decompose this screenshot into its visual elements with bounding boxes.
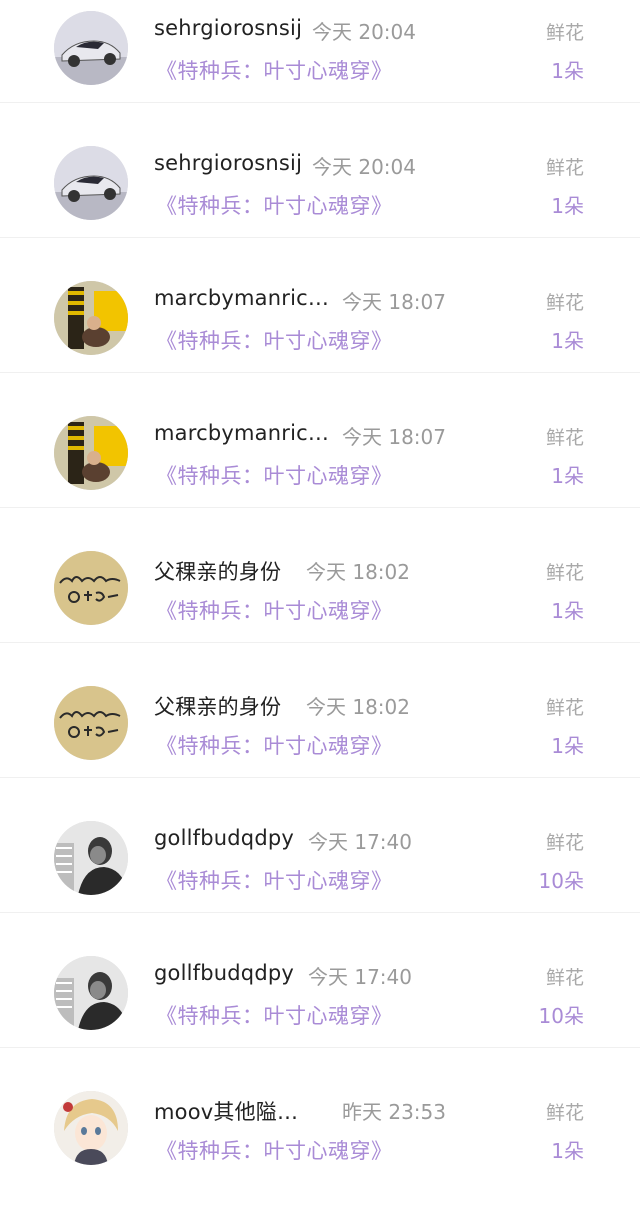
gift-type: 鲜花 bbox=[545, 832, 584, 854]
divider bbox=[0, 912, 640, 913]
list-item[interactable]: 父稞亲的身份 今天 18:02 《特种兵：叶寸心魂穿》 鲜花 1朵 bbox=[0, 675, 640, 810]
divider bbox=[0, 102, 640, 103]
gift-count: 1朵 bbox=[551, 734, 584, 758]
timestamp: 今天 17:40 bbox=[308, 830, 412, 854]
user-name[interactable]: 父稞亲的身份 bbox=[154, 691, 281, 721]
timestamp: 今天 20:04 bbox=[312, 20, 416, 44]
user-name[interactable]: sehrgiorosnsij bbox=[154, 151, 302, 175]
avatar[interactable] bbox=[54, 11, 128, 85]
user-name[interactable]: marcbymanric… bbox=[154, 286, 329, 310]
gift-type: 鲜花 bbox=[545, 427, 584, 449]
book-title-link[interactable]: 《特种兵：叶寸心魂穿》 bbox=[156, 595, 393, 625]
portrait-bw-icon bbox=[54, 956, 128, 1030]
portrait-bw-icon bbox=[54, 821, 128, 895]
list-item[interactable]: gollfbudqdpy 今天 17:40 《特种兵：叶寸心魂穿》 鲜花 10朵 bbox=[0, 810, 640, 945]
gift-type: 鲜花 bbox=[545, 22, 584, 44]
user-name[interactable]: marcbymanric… bbox=[154, 421, 329, 445]
avatar[interactable] bbox=[54, 416, 128, 490]
gift-count: 1朵 bbox=[551, 1139, 584, 1163]
list-item[interactable]: marcbymanric… 今天 18:07 《特种兵：叶寸心魂穿》 鲜花 1朵 bbox=[0, 405, 640, 540]
car-icon bbox=[54, 146, 128, 220]
photo-icon bbox=[54, 281, 128, 355]
avatar[interactable] bbox=[54, 686, 128, 760]
user-name[interactable]: 父稞亲的身份 bbox=[154, 556, 281, 586]
gift-count: 1朵 bbox=[551, 194, 584, 218]
handwriting-icon bbox=[54, 551, 128, 625]
book-title-link[interactable]: 《特种兵：叶寸心魂穿》 bbox=[156, 730, 393, 760]
avatar[interactable] bbox=[54, 821, 128, 895]
car-icon bbox=[54, 11, 128, 85]
divider bbox=[0, 642, 640, 643]
gift-type: 鲜花 bbox=[545, 157, 584, 179]
list-item[interactable]: sehrgiorosnsij 今天 20:04 《特种兵：叶寸心魂穿》 鲜花 1… bbox=[0, 0, 640, 135]
list-item[interactable]: gollfbudqdpy 今天 17:40 《特种兵：叶寸心魂穿》 鲜花 10朵 bbox=[0, 945, 640, 1080]
book-title-link[interactable]: 《特种兵：叶寸心魂穿》 bbox=[156, 1000, 393, 1030]
gift-count: 1朵 bbox=[551, 59, 584, 83]
divider bbox=[0, 237, 640, 238]
user-name[interactable]: gollfbudqdpy bbox=[154, 961, 294, 985]
avatar[interactable] bbox=[54, 956, 128, 1030]
anime-icon bbox=[54, 1091, 128, 1165]
list-item[interactable]: moov其他隘… 昨天 23:53 《特种兵：叶寸心魂穿》 鲜花 1朵 bbox=[0, 1080, 640, 1215]
avatar[interactable] bbox=[54, 551, 128, 625]
divider bbox=[0, 507, 640, 508]
avatar[interactable] bbox=[54, 1091, 128, 1165]
gift-count: 1朵 bbox=[551, 599, 584, 623]
gift-type: 鲜花 bbox=[545, 562, 584, 584]
timestamp: 昨天 23:53 bbox=[342, 1100, 446, 1124]
user-name[interactable]: gollfbudqdpy bbox=[154, 826, 294, 850]
timestamp: 今天 17:40 bbox=[308, 965, 412, 989]
book-title-link[interactable]: 《特种兵：叶寸心魂穿》 bbox=[156, 55, 393, 85]
timestamp: 今天 18:02 bbox=[306, 560, 410, 584]
gift-type: 鲜花 bbox=[545, 697, 584, 719]
gift-count: 10朵 bbox=[538, 1004, 584, 1028]
gift-type: 鲜花 bbox=[545, 1102, 584, 1124]
gift-type: 鲜花 bbox=[545, 292, 584, 314]
list-item[interactable]: sehrgiorosnsij 今天 20:04 《特种兵：叶寸心魂穿》 鲜花 1… bbox=[0, 135, 640, 270]
gift-count: 10朵 bbox=[538, 869, 584, 893]
gift-type: 鲜花 bbox=[545, 967, 584, 989]
avatar[interactable] bbox=[54, 146, 128, 220]
book-title-link[interactable]: 《特种兵：叶寸心魂穿》 bbox=[156, 865, 393, 895]
book-title-link[interactable]: 《特种兵：叶寸心魂穿》 bbox=[156, 190, 393, 220]
avatar[interactable] bbox=[54, 281, 128, 355]
photo-icon bbox=[54, 416, 128, 490]
list-item[interactable]: marcbymanric… 今天 18:07 《特种兵：叶寸心魂穿》 鲜花 1朵 bbox=[0, 270, 640, 405]
timestamp: 今天 18:07 bbox=[342, 425, 446, 449]
list-item[interactable]: 父稞亲的身份 今天 18:02 《特种兵：叶寸心魂穿》 鲜花 1朵 bbox=[0, 540, 640, 675]
book-title-link[interactable]: 《特种兵：叶寸心魂穿》 bbox=[156, 1135, 393, 1165]
gift-count: 1朵 bbox=[551, 329, 584, 353]
timestamp: 今天 20:04 bbox=[312, 155, 416, 179]
book-title-link[interactable]: 《特种兵：叶寸心魂穿》 bbox=[156, 325, 393, 355]
user-name[interactable]: moov其他隘… bbox=[154, 1096, 298, 1126]
timestamp: 今天 18:02 bbox=[306, 695, 410, 719]
divider bbox=[0, 777, 640, 778]
handwriting-icon bbox=[54, 686, 128, 760]
user-name[interactable]: sehrgiorosnsij bbox=[154, 16, 302, 40]
book-title-link[interactable]: 《特种兵：叶寸心魂穿》 bbox=[156, 460, 393, 490]
divider bbox=[0, 1047, 640, 1048]
gift-count: 1朵 bbox=[551, 464, 584, 488]
timestamp: 今天 18:07 bbox=[342, 290, 446, 314]
divider bbox=[0, 372, 640, 373]
